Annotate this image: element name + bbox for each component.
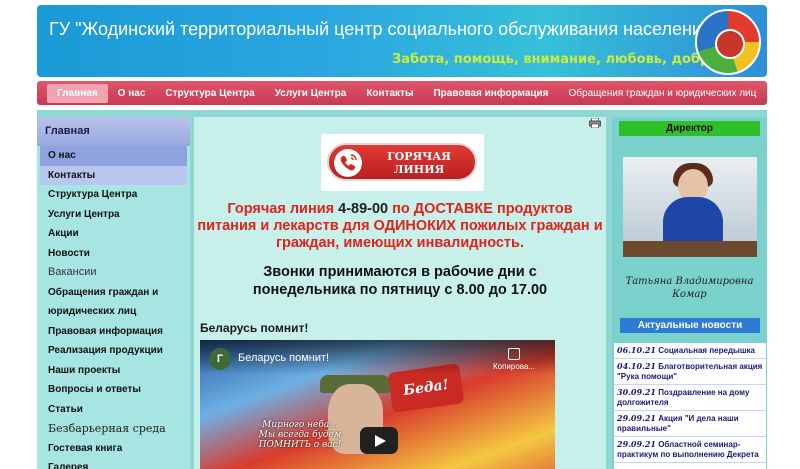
video-caption: Мирного неба... Мы всегда будем ПОМНИТЬ … (258, 420, 342, 450)
news-date: 30.09.21 (617, 387, 656, 397)
working-hours-line-2: понедельника по пятницу с 8.00 до 17.00 (252, 282, 548, 298)
hotline-label: Горячая линия (227, 201, 335, 217)
news-date: 04.10.21 (617, 361, 656, 371)
top-navigation: Главная О нас Структура Центра Услуги Це… (37, 81, 767, 105)
news-item[interactable]: 29.09.21 Акция "И дела наши правильные" (614, 411, 766, 437)
news-date: 06.10.21 (617, 345, 656, 355)
sidebar-menu: Главная О нас Контакты Структура Центра … (37, 117, 190, 469)
hotline-number: 4-89-00 (338, 201, 389, 217)
sidebar-item-projects[interactable]: Наши проекты (37, 361, 190, 381)
sidebar-item-articles[interactable]: Статьи (37, 400, 190, 420)
nav-services[interactable]: Услуги Центра (265, 84, 357, 103)
sidebar-item-accessibility[interactable]: Безбарьерная среда (37, 419, 190, 439)
sidebar-item-services[interactable]: Услуги Центра (37, 205, 190, 225)
nav-home[interactable]: Главная (47, 83, 108, 103)
nav-legal-info[interactable]: Правовая информация (423, 84, 558, 103)
nav-appeals[interactable]: Обращения граждан и юридических лиц (559, 84, 767, 103)
working-hours: Звонки принимаются в рабочие дни с понед… (196, 263, 604, 299)
hotline-banner-text: ГОРЯЧАЯ ЛИНИЯ (387, 150, 451, 176)
news-title[interactable]: Социальная передышка (658, 346, 755, 355)
news-date: 29.09.21 (617, 413, 656, 423)
sidebar-item-appeals[interactable]: Обращения граждан и (37, 283, 190, 303)
site-header: ГУ "Жодинский территориальный центр соци… (37, 5, 767, 77)
news-item[interactable]: 06.10.21 Социальная передышка (614, 343, 766, 359)
director-photo (623, 157, 757, 257)
director-name: Татьяна Владимировна Комар (625, 276, 754, 300)
sidebar-item-faq[interactable]: Вопросы и ответы (37, 380, 190, 400)
news-item[interactable]: 30.09.21 Поздравление на дому долгожител… (614, 385, 766, 411)
section-title: Беларусь помнит! (200, 321, 309, 335)
hotline-banner[interactable]: ГОРЯЧАЯ ЛИНИЯ (321, 134, 484, 191)
copy-icon (508, 348, 520, 360)
sidebar-item-legal-info[interactable]: Правовая информация (37, 322, 190, 342)
news-list: 06.10.21 Социальная передышка 04.10.21 Б… (614, 343, 766, 469)
video-player[interactable]: Беда! Мирного неба... Мы всегда будем ПО… (200, 340, 555, 469)
nav-contacts[interactable]: Контакты (356, 84, 423, 103)
nav-about[interactable]: О нас (108, 84, 156, 103)
hotline-announcement: Горячая линия 4-89-00 по ДОСТАВКЕ продук… (196, 201, 604, 252)
sidebar-item-gallery[interactable]: Галерея (37, 458, 190, 469)
nav-structure[interactable]: Структура Центра (155, 84, 264, 103)
page-margin (768, 0, 800, 469)
sidebar-item-appeals-cont[interactable]: юридических лиц (37, 302, 190, 322)
news-date: 29.09.21 (617, 439, 656, 449)
photo-desk (623, 241, 757, 257)
sidebar-item-about[interactable]: О нас (40, 146, 187, 166)
sidebar-item-products[interactable]: Реализация продукции (37, 341, 190, 361)
sidebar-item-contacts[interactable]: Контакты (40, 165, 187, 185)
news-heading: Актуальные новости (620, 318, 760, 333)
sidebar-heading[interactable]: Главная (37, 117, 190, 146)
sidebar-item-structure[interactable]: Структура Центра (37, 185, 190, 205)
sidebar-item-news[interactable]: Новости (37, 244, 190, 264)
hotline-pill: ГОРЯЧАЯ ЛИНИЯ (327, 143, 477, 181)
site-title: ГУ "Жодинский территориальный центр соци… (49, 19, 719, 39)
channel-avatar[interactable]: Г (209, 348, 231, 370)
video-title[interactable]: Беларусь помнит! (238, 352, 329, 364)
sidebar-item-guestbook[interactable]: Гостевая книга (37, 439, 190, 459)
sidebar-item-campaigns[interactable]: Акции (37, 224, 190, 244)
director-heading: Директор (619, 121, 760, 136)
news-item[interactable]: 29.09.21 Областной семинар-практикум по … (614, 437, 766, 463)
copy-link-label: Копирова... (492, 362, 536, 371)
page: ГУ "Жодинский территориальный центр соци… (0, 0, 800, 469)
center-logo[interactable] (695, 9, 761, 75)
news-item[interactable]: 04.10.21 Благотворительная акция "Рука п… (614, 359, 766, 385)
print-icon[interactable] (589, 118, 601, 128)
play-button[interactable] (360, 427, 398, 454)
phone-icon (334, 149, 362, 177)
sidebar-item-vacancies[interactable]: Вакансии (37, 263, 190, 283)
copy-link-button[interactable]: Копирова... (489, 348, 539, 371)
working-hours-line-1: Звонки принимаются в рабочие дни с (263, 264, 537, 280)
